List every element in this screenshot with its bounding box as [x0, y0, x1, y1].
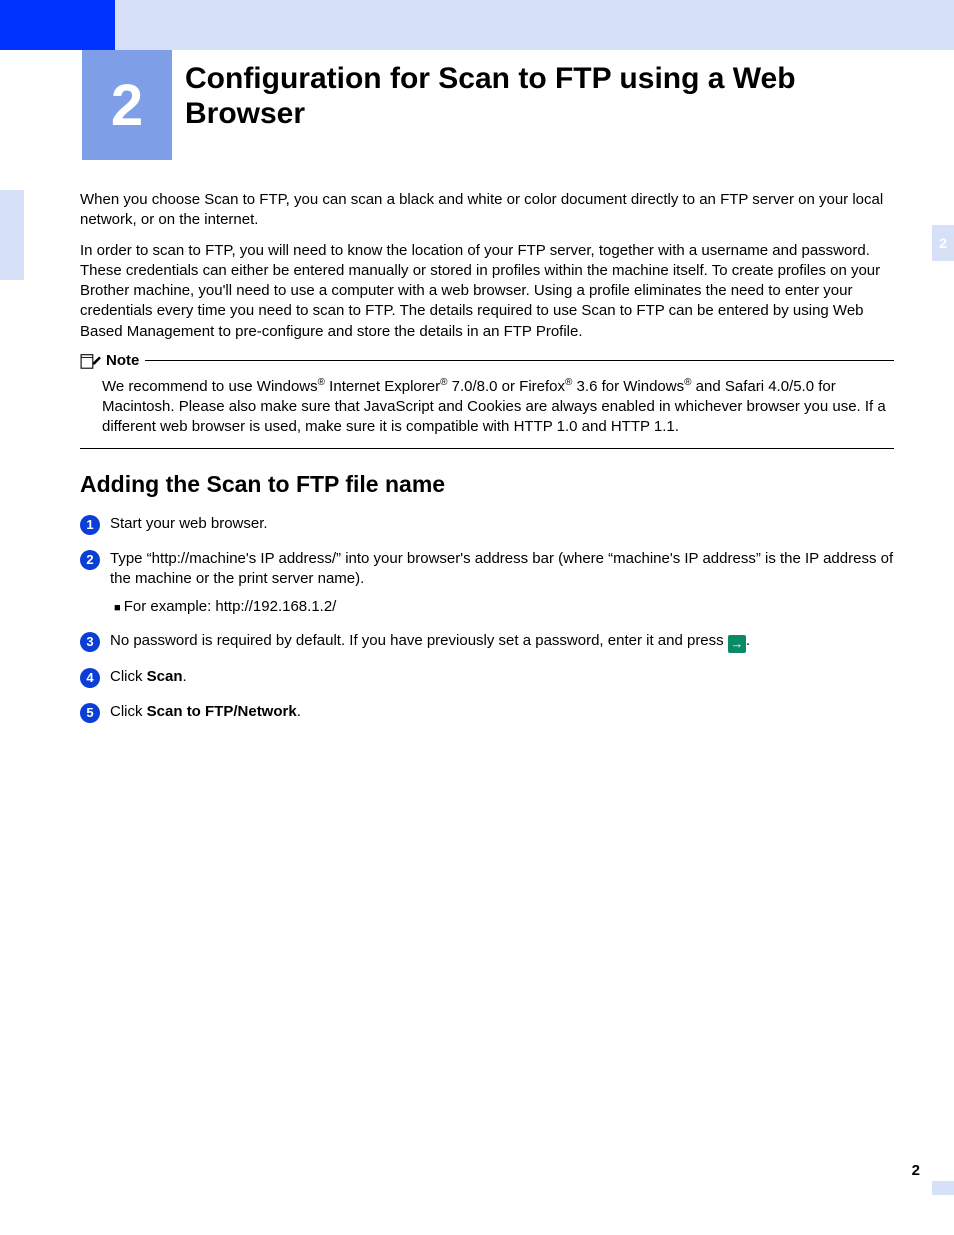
page-body: When you choose Scan to FTP, you can sca… — [80, 190, 894, 737]
step-4-text-c: . — [183, 668, 187, 685]
step-number-badge: 3 — [80, 632, 100, 652]
step-5-text-c: . — [297, 703, 301, 720]
step-1-text: Start your web browser. — [110, 514, 894, 535]
note-block: Note We recommend to use Windows® Intern… — [80, 352, 894, 449]
step-1: 1 Start your web browser. — [80, 514, 894, 535]
step-2-body: Type “http://machine's IP address/” into… — [110, 549, 894, 618]
step-number-badge: 1 — [80, 515, 100, 535]
step-3-body: No password is required by default. If y… — [110, 631, 894, 653]
page-number: 2 — [912, 1162, 920, 1179]
step-4-bold: Scan — [147, 668, 183, 685]
chapter-number-badge: 2 — [82, 50, 172, 160]
step-3: 3 No password is required by default. If… — [80, 631, 894, 653]
submit-arrow-icon: → — [728, 635, 746, 653]
step-5-body: Click Scan to FTP/Network. — [110, 702, 894, 723]
step-number-badge: 4 — [80, 668, 100, 688]
intro-paragraph-2: In order to scan to FTP, you will need t… — [80, 241, 894, 342]
step-3-text-b: . — [746, 632, 750, 649]
note-rule-top — [145, 360, 894, 361]
header-accent-light — [115, 0, 954, 50]
note-label: Note — [106, 352, 139, 369]
step-4: 4 Click Scan. — [80, 667, 894, 688]
step-number-badge: 2 — [80, 550, 100, 570]
step-4-text-a: Click — [110, 668, 147, 685]
note-header: Note — [80, 352, 894, 370]
note-rule-bottom — [80, 448, 894, 449]
step-5-bold: Scan to FTP/Network — [147, 703, 297, 720]
intro-paragraph-1: When you choose Scan to FTP, you can sca… — [80, 190, 894, 231]
note-pencil-icon — [80, 352, 102, 370]
chapter-number: 2 — [111, 72, 143, 139]
step-3-text-a: No password is required by default. If y… — [110, 632, 728, 649]
step-5: 5 Click Scan to FTP/Network. — [80, 702, 894, 723]
section-heading: Adding the Scan to FTP file name — [80, 471, 894, 498]
header-accent-dark — [0, 0, 115, 50]
left-margin-accent — [0, 190, 24, 280]
step-2-text: Type “http://machine's IP address/” into… — [110, 550, 893, 587]
step-2-subitem: For example: http://192.168.1.2/ — [114, 597, 894, 617]
registered-mark: ® — [318, 377, 325, 388]
chapter-title: Configuration for Scan to FTP using a We… — [185, 62, 894, 131]
step-4-body: Click Scan. — [110, 667, 894, 688]
step-5-text-a: Click — [110, 703, 147, 720]
step-number-badge: 5 — [80, 703, 100, 723]
chapter-side-tab: 2 — [932, 225, 954, 261]
footer-accent-tab — [932, 1181, 954, 1195]
chapter-side-tab-number: 2 — [939, 235, 947, 251]
note-body: We recommend to use Windows® Internet Ex… — [102, 376, 894, 438]
step-2: 2 Type “http://machine's IP address/” in… — [80, 549, 894, 618]
